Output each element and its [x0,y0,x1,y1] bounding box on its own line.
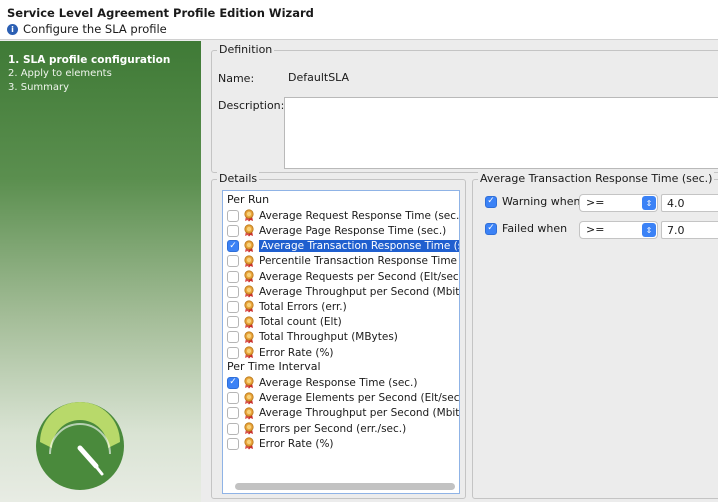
metric-label: Average Page Response Time (sec.) [259,224,447,237]
metric-checkbox[interactable] [227,422,239,435]
list-item[interactable]: Total Errors (err.) [227,299,347,314]
metric-label: Average Elements per Second (Elt/sec.) [259,392,460,405]
metric-label: Average Transaction Response Time (sec. [259,240,459,253]
list-item[interactable]: Average Throughput per Second (Mbit/se [227,406,460,421]
sla-medal-icon [244,407,254,420]
sla-medal-icon [244,391,254,405]
metric-checkbox[interactable] [227,255,239,268]
wizard-subtitle-text: Configure the SLA profile [23,22,167,36]
metric-checkbox[interactable] [227,392,239,405]
select-arrows-icon: ⇕ [642,196,656,210]
failed-row: ✓ Failed when [485,222,567,235]
warning-operator-value: >= [586,196,605,209]
failed-checkbox[interactable]: ✓ [485,222,497,235]
horizontal-scrollbar[interactable] [235,483,455,490]
threshold-group-label: Average Transaction Response Time (sec.) [478,172,715,185]
metric-label: Error Rate (%) [259,437,334,450]
metric-checkbox[interactable] [227,300,239,313]
warning-value-field[interactable]: 4.0 [661,194,718,212]
warning-operator-select[interactable]: >= ⇕ [579,194,658,212]
sla-medal-icon [244,346,254,359]
metric-label: Total Throughput (MBytes) [259,331,398,344]
failed-operator-value: >= [586,223,605,236]
failed-operator-select[interactable]: >= ⇕ [579,221,658,239]
definition-group: Definition Name: DefaultSLA Description: [211,43,718,173]
gauge-logo-icon [36,402,124,490]
list-section-header: Per Run [227,193,270,206]
warning-row: ✓ Warning when [485,195,580,208]
list-item[interactable]: Errors per Second (err./sec.) [227,421,406,436]
sla-medal-icon [244,331,254,344]
metric-label: Percentile Transaction Response Time (se [259,255,460,268]
metric-checkbox[interactable] [227,209,239,222]
wizard-content: Definition Name: DefaultSLA Description:… [201,41,718,502]
sla-metrics-list[interactable]: Per Run Average Request Response Time (se… [222,190,460,494]
metric-label: Average Throughput per Second (Mbit/se [259,407,460,420]
metric-label: Error Rate (%) [259,346,334,359]
sla-medal-icon [244,209,254,222]
metric-checkbox[interactable] [227,331,239,344]
sla-medal-icon [244,437,254,450]
sla-medal-icon [244,376,254,389]
list-item[interactable]: ✓ Average Response Time (sec.) [227,375,418,390]
wizard-steps-sidebar: 1. SLA profile configuration 2. Apply to… [0,41,201,502]
metric-label: Total count (Elt) [259,316,342,329]
metric-label: Average Request Response Time (sec.) [259,209,460,222]
metric-label: Total Errors (err.) [259,300,347,313]
list-item[interactable]: Percentile Transaction Response Time (se [227,254,460,269]
step-summary[interactable]: 3. Summary [8,82,69,93]
wizard-header: Service Level Agreement Profile Edition … [0,0,718,40]
sla-medal-icon [244,315,254,329]
failed-value-field[interactable]: 7.0 [661,221,718,239]
description-label: Description: [218,99,285,112]
name-field[interactable]: DefaultSLA [284,69,718,89]
description-field[interactable] [284,97,718,169]
metric-checkbox[interactable]: ✓ [227,376,239,389]
metric-label: Average Requests per Second (Elt/sec.) [259,270,460,283]
metric-checkbox[interactable] [227,437,239,450]
list-item[interactable]: Error Rate (%) [227,436,334,451]
sla-medal-icon [244,224,254,237]
metric-checkbox[interactable] [227,316,239,329]
list-item[interactable]: Total count (Elt) [227,315,342,330]
select-arrows-icon: ⇕ [642,223,656,237]
list-item[interactable]: ✓ Average Transaction Response Time (sec. [227,239,459,254]
sla-medal-icon [244,300,254,313]
metric-checkbox[interactable] [227,270,239,283]
metric-checkbox[interactable] [227,346,239,359]
metric-label: Errors per Second (err./sec.) [259,422,407,435]
details-group-label: Details [217,172,260,185]
list-item[interactable]: Average Throughput per Second (Mbit/se [227,284,460,299]
sla-medal-icon [244,422,254,435]
failed-label: Failed when [502,222,568,235]
threshold-group: Average Transaction Response Time (sec.)… [472,172,718,499]
metric-checkbox[interactable] [227,285,239,298]
sla-medal-icon [244,255,254,268]
sla-medal-icon [244,285,254,298]
list-item[interactable]: Error Rate (%) [227,345,334,360]
info-icon: i [7,23,18,35]
name-label: Name: [218,72,255,85]
metric-label: Average Response Time (sec.) [259,376,418,389]
list-item[interactable]: Total Throughput (MBytes) [227,330,398,345]
sla-medal-icon [244,239,254,253]
metric-checkbox[interactable]: ✓ [227,240,239,253]
list-section-header: Per Time Interval [227,360,321,374]
step-apply-to-elements[interactable]: 2. Apply to elements [8,68,112,79]
warning-label: Warning when [502,195,581,208]
wizard-title: Service Level Agreement Profile Edition … [7,6,314,20]
metric-checkbox[interactable] [227,224,239,237]
details-group: Details Per Run Average Request Response … [211,172,466,499]
warning-checkbox[interactable]: ✓ [485,195,497,208]
metric-label: Average Throughput per Second (Mbit/se [259,285,460,298]
list-item[interactable]: Average Elements per Second (Elt/sec.) [227,391,460,406]
step-sla-profile-configuration[interactable]: 1. SLA profile configuration [8,54,170,66]
definition-group-label: Definition [217,43,275,56]
metric-checkbox[interactable] [227,407,239,420]
list-item[interactable]: Average Page Response Time (sec.) [227,223,446,238]
list-item[interactable]: Average Requests per Second (Elt/sec.) [227,269,460,284]
sla-medal-icon [244,270,254,283]
wizard-subtitle: i Configure the SLA profile [7,22,167,36]
list-item[interactable]: Average Request Response Time (sec.) [227,208,460,223]
